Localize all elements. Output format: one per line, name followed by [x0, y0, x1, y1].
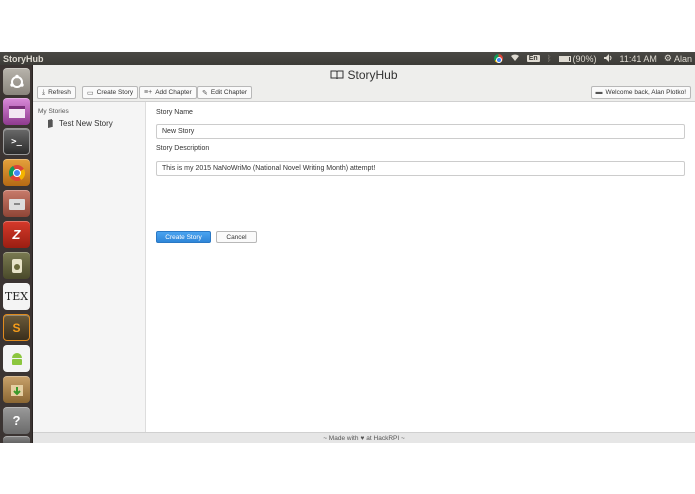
- main-content: Story Name New Story Story Description T…: [147, 102, 695, 432]
- toolbar: ⤓ Refresh ▭ Create Story ≡+ Add Chapter …: [33, 85, 695, 102]
- workspace-icon[interactable]: [3, 98, 30, 125]
- battery-text: (90%): [572, 53, 597, 64]
- sublime-icon[interactable]: S: [3, 314, 30, 341]
- user-menu[interactable]: ⚙ Alan: [664, 53, 692, 64]
- volume-icon[interactable]: [603, 53, 613, 64]
- refresh-label: Refresh: [48, 89, 71, 96]
- create-story-button[interactable]: ▭ Create Story: [82, 86, 139, 99]
- user-name: Alan: [673, 53, 692, 64]
- gear-icon: ⚙: [663, 53, 672, 63]
- audio-icon[interactable]: [3, 252, 30, 279]
- download-icon: ⤓: [42, 88, 46, 96]
- add-chapter-button[interactable]: ≡+ Add Chapter: [139, 86, 197, 99]
- clock[interactable]: 11:41 AM: [620, 54, 657, 64]
- sidebar-item-label: Test New Story: [59, 119, 113, 128]
- add-chapter-label: Add Chapter: [155, 89, 192, 96]
- story-description-label: Story Description: [156, 145, 210, 152]
- chrome-icon[interactable]: [3, 159, 30, 186]
- footer-suffix: at HackRPI ~: [366, 434, 405, 442]
- keyboard-layout-indicator[interactable]: En: [526, 55, 540, 62]
- sidebar: My Stories Test New Story: [33, 102, 146, 432]
- chrome-tray-icon[interactable]: [493, 54, 503, 63]
- story-description-input[interactable]: This is my 2015 NaNoWriMo (National Nove…: [156, 161, 685, 176]
- heart-icon: ♥: [360, 434, 365, 442]
- app-title: StoryHub: [347, 68, 398, 82]
- filezilla-icon[interactable]: Z: [3, 221, 30, 248]
- trash-icon[interactable]: [3, 436, 30, 443]
- battery-indicator[interactable]: (90%): [558, 53, 597, 64]
- app-logo[interactable]: StoryHub: [330, 68, 398, 82]
- archive-icon[interactable]: [3, 376, 30, 403]
- app-header: StoryHub: [33, 65, 695, 85]
- welcome-label: Welcome back, Alan Plotko!: [605, 89, 686, 96]
- wifi-icon[interactable]: [510, 53, 520, 64]
- sidebar-item-story[interactable]: Test New Story: [47, 119, 113, 128]
- top-panel: StoryHub En ᛒ (90%) 11:41 AM ⚙ Alan: [0, 52, 695, 65]
- bluetooth-icon[interactable]: ᛒ: [547, 54, 552, 63]
- book-icon: [330, 70, 344, 80]
- create-story-submit-button[interactable]: Create Story: [156, 231, 211, 243]
- footer-prefix: ~ Made with: [323, 434, 359, 442]
- book-icon: ▭: [87, 89, 94, 97]
- sidebar-heading: My Stories: [38, 108, 69, 115]
- system-tray: En ᛒ (90%) 11:41 AM ⚙ Alan: [493, 53, 695, 64]
- cancel-button[interactable]: Cancel: [216, 231, 257, 243]
- footer: ~ Made with ♥ at HackRPI ~: [33, 432, 695, 443]
- launcher: >_ Z TEX S ?: [0, 65, 33, 443]
- welcome-button[interactable]: ▬ Welcome back, Alan Plotko!: [590, 86, 691, 99]
- tex-icon[interactable]: TEX: [3, 283, 30, 310]
- terminal-icon[interactable]: >_: [3, 128, 30, 155]
- desktop-screen: StoryHub En ᛒ (90%) 11:41 AM ⚙ Alan >_ Z…: [0, 52, 695, 443]
- battery-icon: [558, 55, 571, 62]
- card-icon: ▬: [595, 89, 603, 96]
- refresh-button[interactable]: ⤓ Refresh: [37, 86, 76, 99]
- android-icon[interactable]: [3, 345, 30, 372]
- list-add-icon: ≡+: [144, 89, 153, 96]
- edit-chapter-label: Edit Chapter: [210, 89, 248, 96]
- ubuntu-dash-icon[interactable]: [3, 68, 30, 95]
- create-story-label: Create Story: [96, 89, 134, 96]
- window-app-name: StoryHub: [3, 53, 44, 64]
- files-icon[interactable]: [3, 190, 30, 217]
- help-icon[interactable]: ?: [3, 407, 30, 434]
- story-name-input[interactable]: New Story: [156, 124, 685, 139]
- book-icon: [48, 119, 53, 128]
- pencil-icon: ✎: [202, 89, 208, 97]
- story-name-label: Story Name: [156, 109, 193, 116]
- edit-chapter-button[interactable]: ✎ Edit Chapter: [197, 86, 253, 99]
